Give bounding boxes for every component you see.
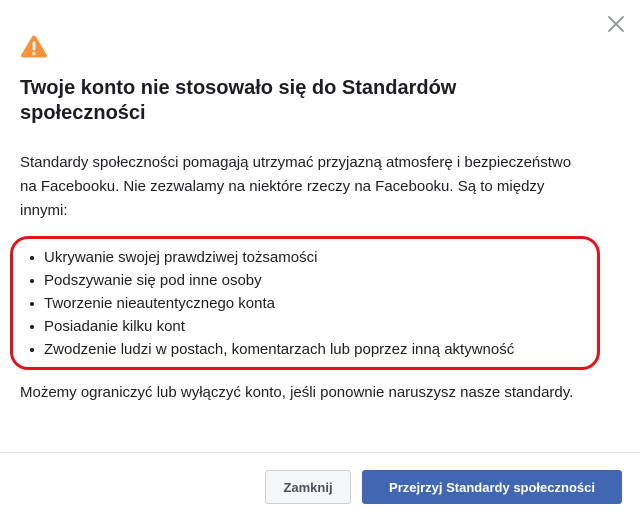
outro-text: Możemy ograniczyć lub wyłączyć konto, je…	[20, 384, 574, 401]
review-standards-button[interactable]: Przejrzyj Standardy społeczności	[362, 470, 622, 504]
dialog-title: Twoje konto nie stosowało się do Standar…	[20, 77, 457, 124]
list-item: Zwodzenie ludzi w postach, komentarzach …	[20, 338, 514, 361]
community-standards-dialog: Twoje konto nie stosowało się do Standar…	[0, 0, 640, 519]
list-item: Ukrywanie swojej prawdziwej tożsamości	[20, 246, 514, 269]
list-item: Podszywanie się pod inne osoby	[20, 269, 514, 292]
footer-divider	[0, 452, 640, 453]
list-item: Tworzenie nieautentycznego konta	[20, 292, 514, 315]
list-item: Posiadanie kilku kont	[20, 315, 514, 338]
rules-list: Ukrywanie swojej prawdziwej tożsamości P…	[20, 246, 514, 361]
intro-text: Standardy społeczności pomagają utrzymać…	[20, 154, 572, 219]
warning-icon	[20, 34, 48, 58]
close-icon[interactable]	[606, 14, 626, 34]
close-button[interactable]: Zamknij	[265, 470, 351, 504]
